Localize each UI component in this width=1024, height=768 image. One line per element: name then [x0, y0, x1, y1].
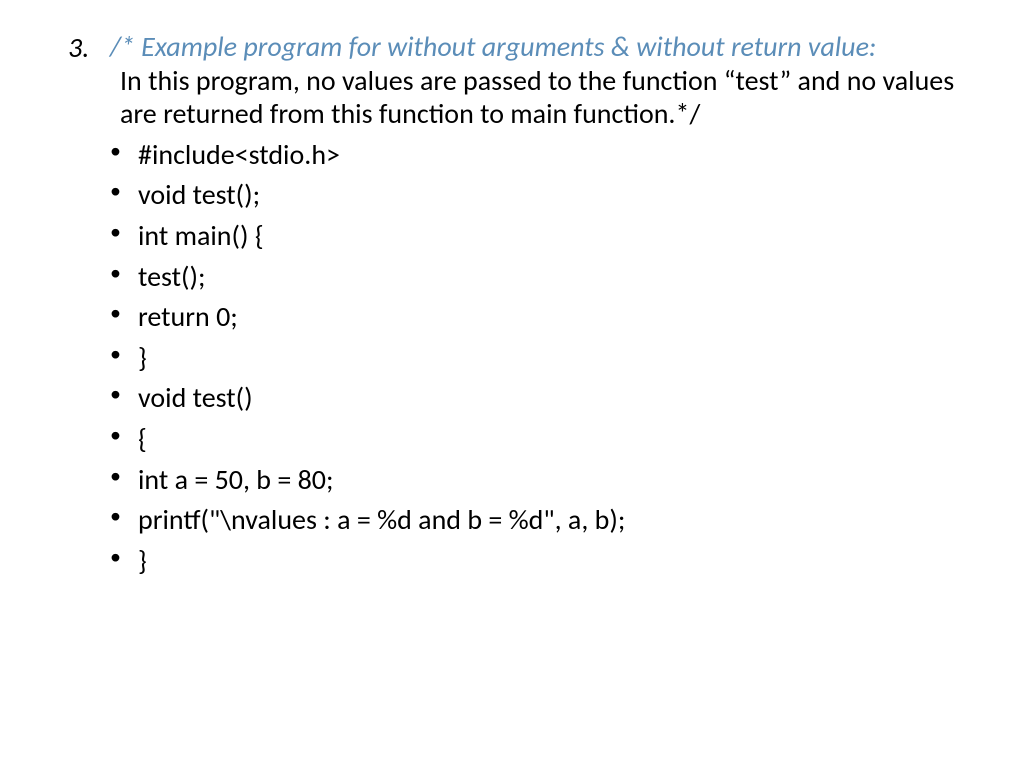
code-line: return 0; — [110, 297, 964, 338]
code-line: test(); — [110, 257, 964, 298]
code-line: printf("\nvalues : a = %d and b = %d", a… — [110, 500, 964, 541]
code-line: void test() — [110, 378, 964, 419]
description-text: In this program, no values are passed to… — [120, 64, 964, 131]
code-line: { — [110, 419, 964, 460]
code-list: #include<stdio.h> void test(); int main(… — [110, 135, 964, 582]
code-line: int main() { — [110, 216, 964, 257]
code-line: #include<stdio.h> — [110, 135, 964, 176]
comment-open: /* — [110, 29, 141, 64]
item-number: 3. — [60, 30, 110, 131]
code-line: int a = 50, b = 80; — [110, 460, 964, 501]
heading-content: /* Example program for without arguments… — [110, 30, 964, 131]
code-line: } — [110, 541, 964, 582]
title-text: Example program for without arguments & … — [141, 29, 876, 64]
numbered-heading: 3. /* Example program for without argume… — [60, 30, 964, 131]
code-line: void test(); — [110, 175, 964, 216]
heading-title: /* Example program for without arguments… — [110, 30, 964, 64]
code-line: } — [110, 338, 964, 379]
